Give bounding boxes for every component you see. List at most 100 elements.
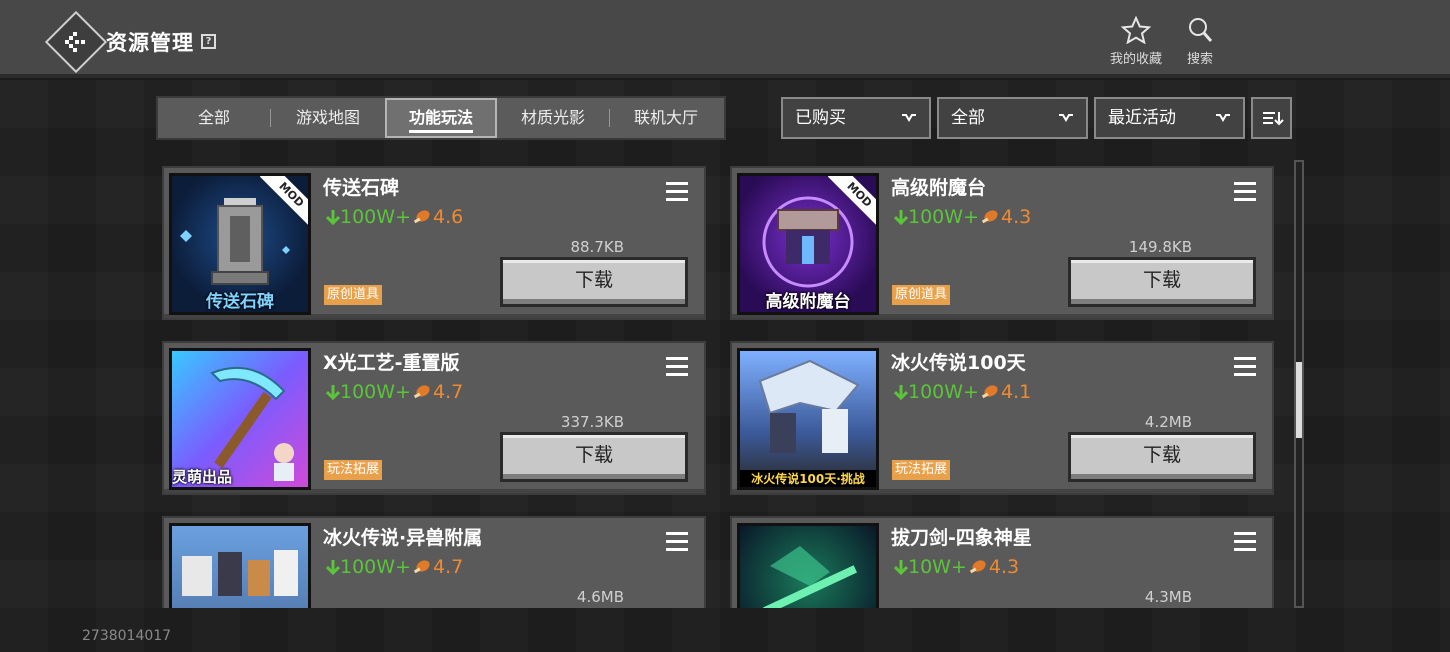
thumbnail-caption: 高级附魔台 — [765, 292, 851, 312]
resource-thumbnail: MOD 传送石碑 — [169, 173, 311, 315]
sort-value: 最近活动 — [1108, 108, 1176, 128]
resource-title: 高级附魔台 — [891, 177, 987, 199]
back-arrow-icon — [65, 32, 85, 52]
star-icon — [1121, 16, 1151, 44]
resource-stats: 100W+ 4.3 — [894, 206, 1031, 228]
download-count: 100W+ — [340, 206, 411, 228]
tab-game-maps[interactable]: 游戏地图 — [271, 98, 385, 138]
resource-card[interactable]: 灵萌出品 X光工艺-重置版 100W+ 4.7 337.3KB 玩法拓展 下载 — [162, 341, 706, 495]
drumstick-icon — [969, 560, 986, 574]
sort-dropdown[interactable]: 最近活动 — [1094, 97, 1245, 139]
ice-dragon-image — [758, 359, 860, 453]
download-count: 100W+ — [908, 206, 979, 228]
rating-value: 4.1 — [1000, 381, 1032, 403]
download-button[interactable]: 下载 — [1068, 432, 1256, 482]
thumbnail-caption: 灵萌出品 — [172, 468, 233, 486]
favorites-button[interactable]: 我的收藏 — [1104, 16, 1168, 70]
download-count: 100W+ — [340, 556, 411, 578]
download-arrow-icon — [894, 385, 908, 400]
download-button[interactable]: 下载 — [500, 257, 688, 307]
more-menu-icon[interactable] — [666, 532, 688, 552]
download-arrow-icon — [326, 210, 340, 225]
more-menu-icon[interactable] — [1234, 182, 1256, 202]
file-size: 4.2MB — [1144, 413, 1192, 431]
thumbnail-caption: 传送石碑 — [206, 292, 274, 312]
file-size: 4.6MB — [576, 588, 624, 606]
tab-all[interactable]: 全部 — [158, 98, 270, 138]
search-label: 搜索 — [1186, 52, 1213, 67]
creature-group-image — [182, 550, 298, 596]
resource-stats: 100W+ 4.1 — [894, 381, 1031, 403]
resource-stats: 100W+ 4.6 — [326, 206, 463, 228]
chevron-down-icon — [1059, 114, 1073, 122]
category-tag: 玩法拓展 — [892, 460, 951, 480]
category-tabs: 全部 游戏地图 功能玩法 材质光影 联机大厅 — [156, 96, 726, 140]
download-count: 100W+ — [908, 381, 979, 403]
tab-gameplay[interactable]: 功能玩法 — [385, 98, 497, 138]
resource-stats: 10W+ 4.3 — [894, 556, 1019, 578]
resource-thumbnail: 灵萌出品 — [169, 348, 311, 490]
file-size: 149.8KB — [1128, 238, 1192, 256]
rating-value: 4.3 — [1000, 206, 1032, 228]
help-icon[interactable]: ? — [201, 34, 216, 49]
download-arrow-icon — [894, 560, 908, 575]
more-menu-icon[interactable] — [1234, 532, 1256, 552]
category-tag: 玩法拓展 — [324, 460, 383, 480]
drumstick-icon — [413, 210, 430, 224]
page-title: 资源管理 — [106, 31, 194, 55]
resource-thumbnail: 冰火传说100天·挑战 — [737, 348, 879, 490]
chevron-down-icon — [902, 114, 916, 122]
user-id-label: 2738014017 — [82, 628, 172, 644]
drumstick-icon — [981, 385, 998, 399]
resource-card[interactable]: 冰火传说·异兽附属 100W+ 4.7 4.6MB — [162, 516, 706, 608]
chevron-down-icon — [1216, 114, 1230, 122]
resource-card[interactable]: MOD 高级附魔台 高级附魔台 100W+ 4.3 149.8KB 原创道具 下… — [730, 166, 1274, 320]
resource-card[interactable]: 拔刀剑-四象神星 10W+ 4.3 4.3MB — [730, 516, 1274, 608]
favorites-label: 我的收藏 — [1109, 52, 1162, 67]
sword-image — [762, 546, 858, 608]
category-filter-value: 全部 — [951, 108, 985, 128]
sort-order-button[interactable] — [1251, 97, 1292, 139]
tab-multiplayer[interactable]: 联机大厅 — [610, 98, 722, 138]
download-arrow-icon — [326, 560, 340, 575]
resource-title: 冰火传说100天 — [891, 352, 1026, 374]
download-button[interactable]: 下载 — [1068, 257, 1256, 307]
download-count: 100W+ — [340, 381, 411, 403]
file-size: 337.3KB — [560, 413, 624, 431]
resource-card[interactable]: MOD 传送石碑 传送石碑 100W+ 4.6 88.7KB 原创道具 下载 — [162, 166, 706, 320]
more-menu-icon[interactable] — [666, 357, 688, 377]
resource-title: 拔刀剑-四象神星 — [891, 527, 1032, 549]
thumbnail-caption: 冰火传说100天·挑战 — [740, 470, 876, 487]
resource-title: 传送石碑 — [323, 177, 400, 199]
resource-thumbnail — [737, 523, 879, 608]
file-size: 4.3MB — [1144, 588, 1192, 606]
rating-value: 4.7 — [432, 556, 464, 578]
resource-title: X光工艺-重置版 — [323, 352, 460, 374]
list-scrollbar[interactable] — [1294, 160, 1304, 608]
resource-title: 冰火传说·异兽附属 — [323, 527, 483, 549]
scrollbar-thumb[interactable] — [1296, 362, 1302, 438]
drumstick-icon — [413, 385, 430, 399]
top-bar: 资源管理 ? 我的收藏 搜索 — [0, 0, 1450, 78]
tab-textures[interactable]: 材质光影 — [497, 98, 609, 138]
download-arrow-icon — [326, 385, 340, 400]
search-icon — [1189, 18, 1213, 42]
file-size: 88.7KB — [570, 238, 624, 256]
resource-thumbnail: MOD 高级附魔台 — [737, 173, 879, 315]
category-tag: 原创道具 — [892, 285, 951, 305]
search-button[interactable]: 搜索 — [1168, 16, 1232, 70]
download-count: 10W+ — [908, 556, 967, 578]
more-menu-icon[interactable] — [666, 182, 688, 202]
download-button[interactable]: 下载 — [500, 432, 688, 482]
sort-order-icon — [1263, 112, 1284, 126]
drumstick-icon — [981, 210, 998, 224]
resource-card[interactable]: 冰火传说100天·挑战 冰火传说100天 100W+ 4.1 4.2MB 玩法拓… — [730, 341, 1274, 495]
purchase-filter-dropdown[interactable]: 已购买 — [781, 97, 931, 139]
more-menu-icon[interactable] — [1234, 357, 1256, 377]
category-filter-dropdown[interactable]: 全部 — [937, 97, 1088, 139]
purchase-filter-value: 已购买 — [795, 108, 846, 128]
resource-stats: 100W+ 4.7 — [326, 556, 463, 578]
rating-value: 4.7 — [432, 381, 464, 403]
rating-value: 4.6 — [432, 206, 464, 228]
rating-value: 4.3 — [988, 556, 1020, 578]
